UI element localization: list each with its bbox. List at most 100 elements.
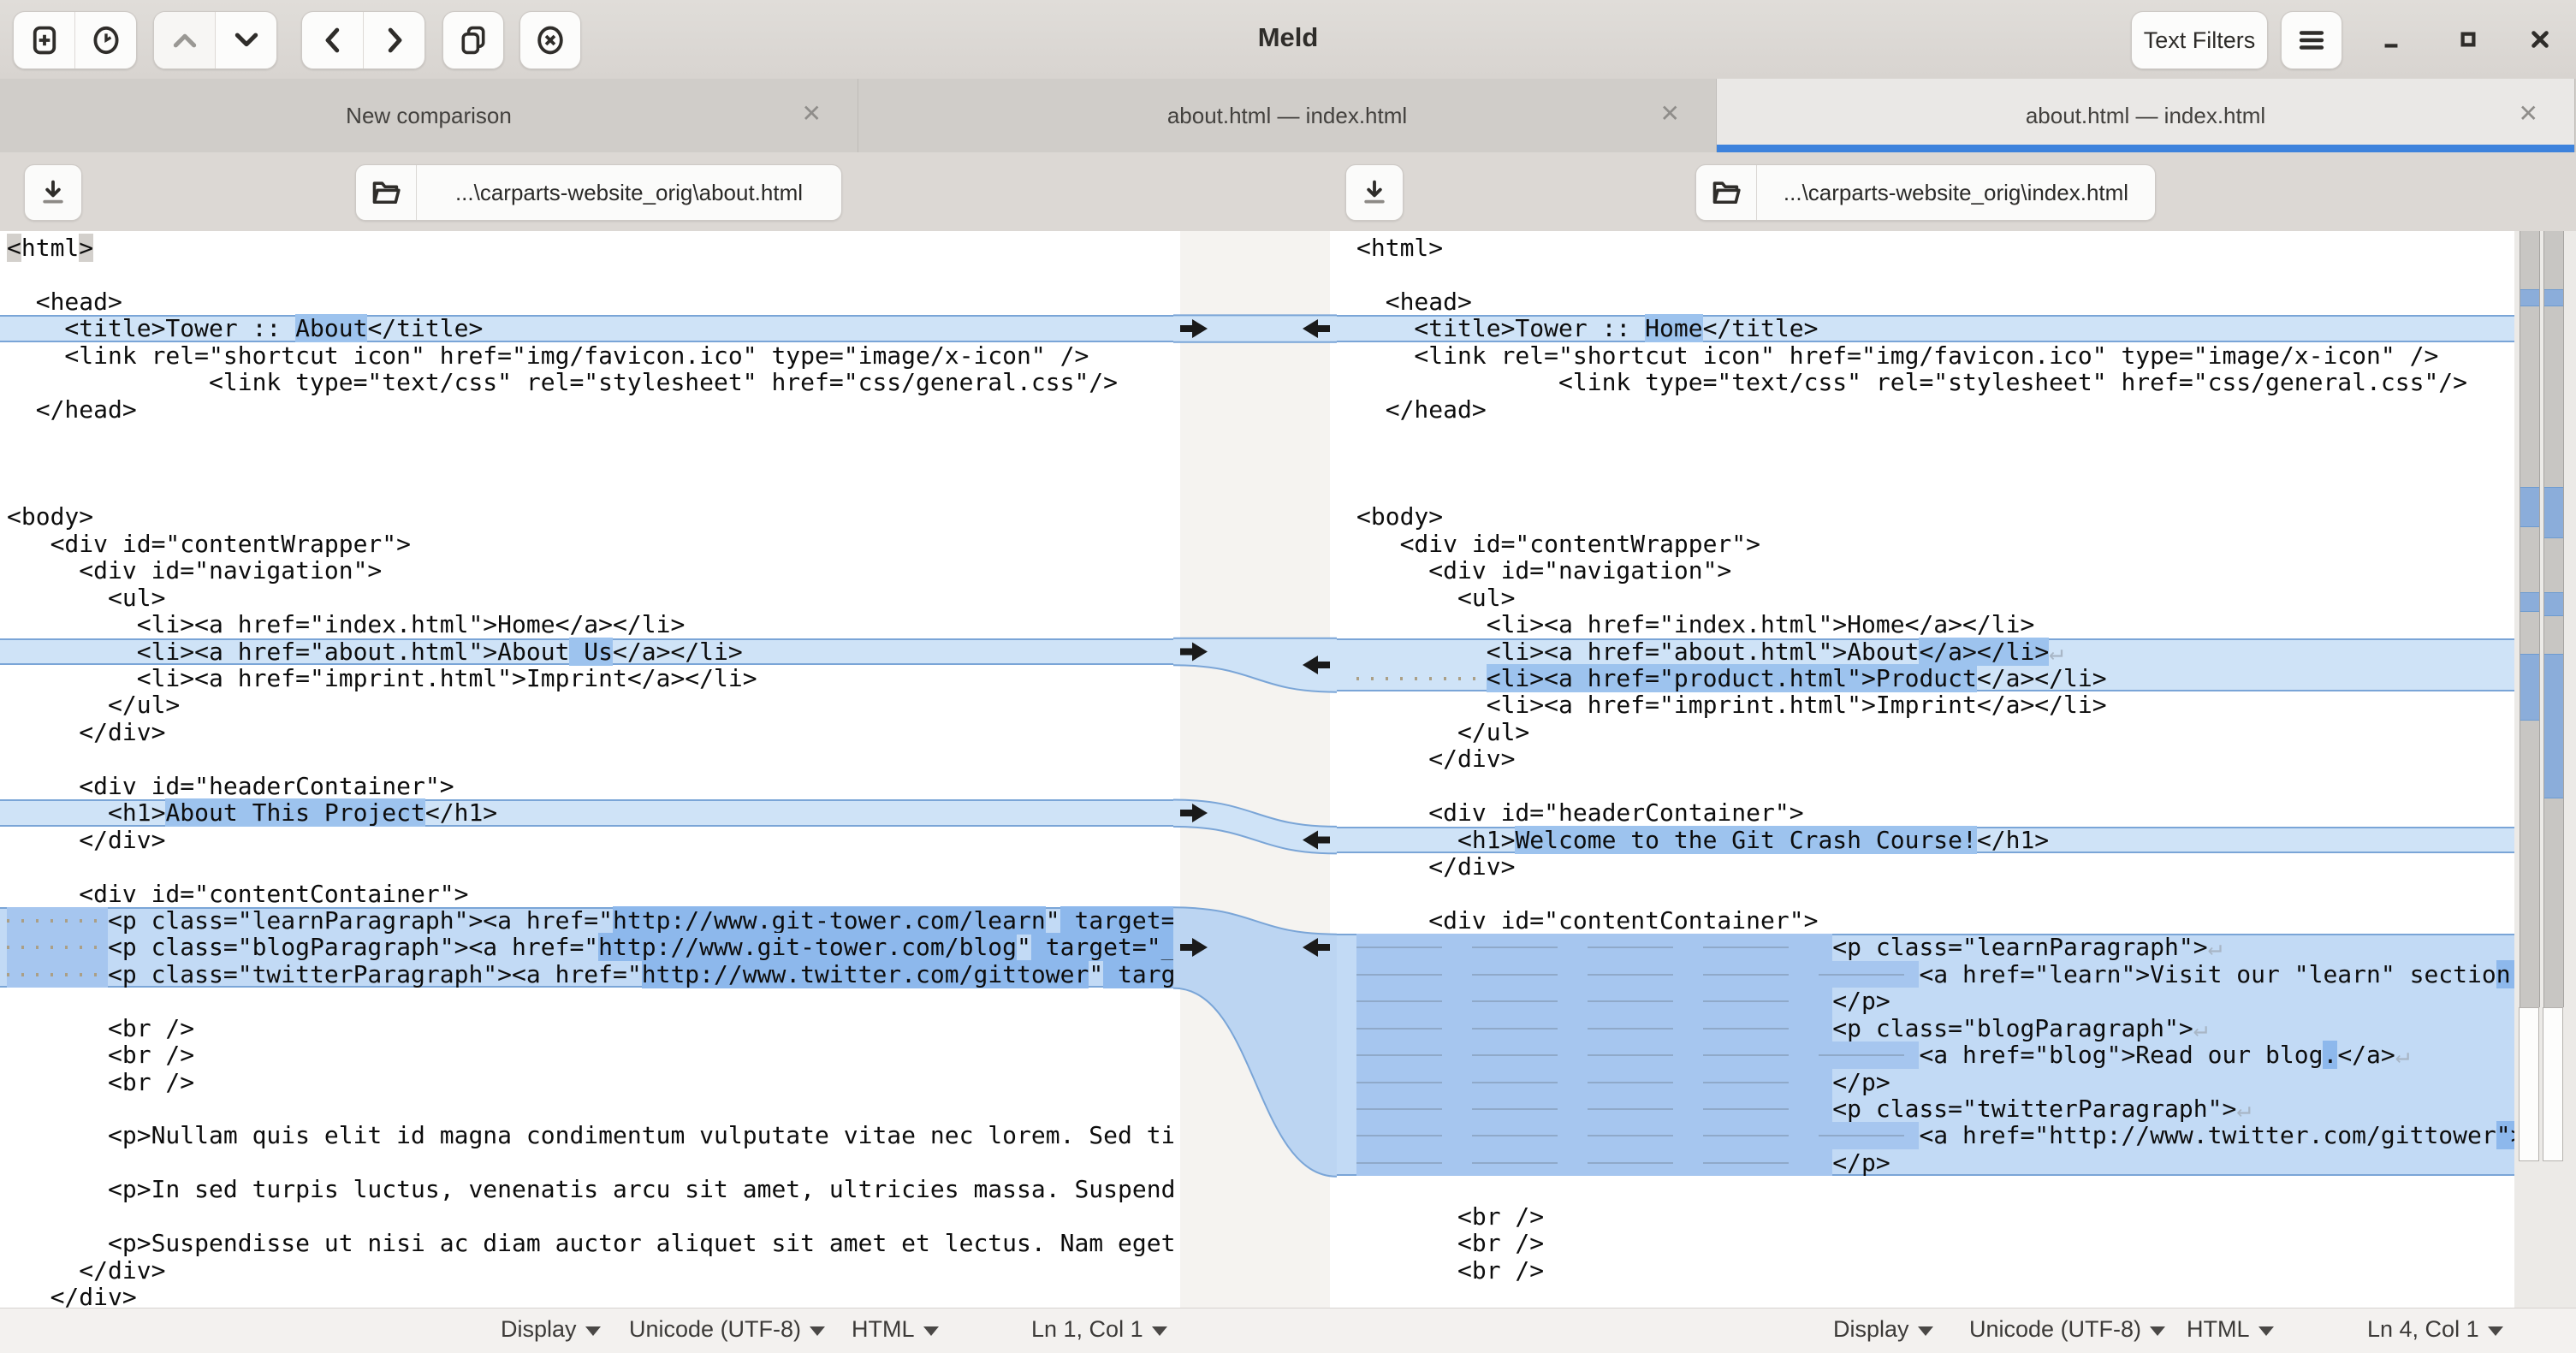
code-line: <br />	[1337, 1230, 2514, 1256]
cursor-position-right[interactable]: Ln 4, Col 1	[2367, 1316, 2503, 1343]
save-icon	[1360, 178, 1389, 207]
chevron-down-icon	[2488, 1326, 2503, 1336]
text-filters-button[interactable]: Text Filters	[2131, 11, 2268, 69]
code-line	[1337, 450, 2514, 477]
code-line: <div id="headerContainer">	[0, 773, 1173, 799]
minimize-button[interactable]	[2372, 21, 2410, 58]
tab-comparison-2-active[interactable]: about.html — index.html ✕	[1717, 79, 2575, 152]
code-line: </head>	[0, 396, 1173, 423]
right-file-chooser[interactable]: ...\carparts-website_orig\index.html	[1695, 164, 2156, 221]
menu-button[interactable]	[2281, 11, 2342, 69]
code-line: <div id="contentContainer">	[1337, 907, 2514, 934]
code-line: </div>	[0, 1257, 1173, 1284]
chevron-down-icon	[1152, 1326, 1167, 1336]
left-scrollbar-thumb[interactable]	[2519, 1007, 2539, 1161]
code-line	[0, 745, 1173, 772]
code-line: <ul>	[1337, 585, 2514, 611]
save-right-file-button[interactable]	[1345, 164, 1404, 221]
code-line: <p class="blogParagraph">↵	[1337, 1015, 2514, 1041]
code-line: </div>	[0, 1284, 1173, 1308]
left-file-path: ...\carparts-website_orig\about.html	[417, 165, 841, 220]
tab-marker-arrows	[1356, 1108, 1818, 1110]
chevron-down-icon	[923, 1326, 939, 1336]
code-line	[0, 261, 1173, 288]
tab-marker-arrows	[1356, 1000, 1818, 1002]
chevron-down-icon	[2258, 1326, 2274, 1336]
status-bar: Display Unicode (UTF-8) HTML Ln 1, Col 1…	[0, 1308, 2576, 1353]
chevron-down-icon	[585, 1326, 601, 1336]
encoding-dropdown-right[interactable]: Unicode (UTF-8)	[1969, 1316, 2165, 1343]
chevron-down-icon	[2150, 1326, 2165, 1336]
code-line	[0, 1095, 1173, 1122]
syntax-dropdown-left[interactable]: HTML	[852, 1316, 939, 1343]
code-line: </div>	[0, 827, 1173, 853]
close-window-button[interactable]	[2521, 21, 2559, 58]
left-file-overview-map[interactable]	[2520, 231, 2540, 1007]
right-scrollbar-thumb[interactable]	[2543, 1007, 2563, 1161]
syntax-dropdown-right[interactable]: HTML	[2187, 1316, 2274, 1343]
right-code-pane[interactable]: <html> <head> <title>Tower :: Home</titl…	[1337, 231, 2514, 1308]
code-line: <a href="learn">Visit our "learn" sectio…	[1337, 961, 2514, 988]
code-line	[1337, 261, 2514, 288]
tab-marker-arrows	[1356, 1162, 1818, 1164]
code-line	[0, 423, 1173, 449]
code-line: </ul>	[0, 691, 1173, 718]
tab-comparison-1[interactable]: about.html — index.html ✕	[858, 79, 1717, 152]
code-line: </p>	[1337, 988, 2514, 1014]
left-code-pane[interactable]: <html> <head> <title>Tower :: About</tit…	[0, 231, 1173, 1308]
code-line: <li><a href="index.html">Home</a></li>	[1337, 611, 2514, 638]
code-line: <div id="headerContainer">	[1337, 799, 2514, 826]
code-line: <br />	[0, 1069, 1173, 1095]
right-file-overview-map[interactable]	[2543, 231, 2564, 1007]
code-line: <li><a href="about.html">About</a></li>↵	[1337, 638, 2514, 665]
tab-marker-arrows	[1356, 947, 1818, 948]
open-folder-icon	[1696, 165, 1757, 220]
code-line: <ul>	[0, 585, 1173, 611]
code-line: </div>	[1337, 853, 2514, 880]
code-line: <div id="contentContainer">	[0, 881, 1173, 907]
tab-new-comparison[interactable]: New comparison ✕	[0, 79, 858, 152]
code-line: <p class="learnParagraph">↵	[1337, 934, 2514, 960]
display-dropdown-right[interactable]: Display	[1833, 1316, 1933, 1343]
space-marker-dots	[7, 946, 108, 949]
space-marker-dots	[1356, 677, 1487, 680]
tab-label: New comparison	[346, 103, 512, 129]
code-line: <head>	[1337, 288, 2514, 315]
code-line: <title>Tower :: About</title>	[0, 315, 1173, 341]
code-line: <div id="contentWrapper">	[1337, 531, 2514, 557]
code-line: </head>	[1337, 396, 2514, 423]
newline-marker: ↵	[2193, 1014, 2208, 1042]
code-line: <li><a href="product.html">Product</a></…	[1337, 665, 2514, 691]
code-line: <body>	[1337, 503, 2514, 530]
right-file-path: ...\carparts-website_orig\index.html	[1757, 165, 2155, 220]
save-left-file-button[interactable]	[24, 164, 82, 221]
code-line: <h1>Welcome to the Git Crash Course!</h1…	[1337, 827, 2514, 853]
encoding-dropdown-left[interactable]: Unicode (UTF-8)	[629, 1316, 825, 1343]
code-line: <h1>About This Project</h1>	[0, 799, 1173, 826]
tab-close-icon[interactable]: ✕	[1660, 99, 1680, 128]
code-line: <html>	[1337, 234, 2514, 261]
code-line	[1337, 881, 2514, 907]
tab-close-icon[interactable]: ✕	[2519, 99, 2538, 128]
tab-close-icon[interactable]: ✕	[802, 99, 822, 128]
display-dropdown-left[interactable]: Display	[501, 1316, 601, 1343]
code-line: <body>	[0, 503, 1173, 530]
code-line	[1337, 773, 2514, 799]
code-line: <a href="http://www.twitter.com/gittower…	[1337, 1122, 2514, 1148]
code-line: <p class="blogParagraph"><a href="http:/…	[0, 934, 1173, 960]
code-line: <p class="twitterParagraph">↵	[1337, 1095, 2514, 1122]
code-line: <a href="blog">Read our blog.</a>↵	[1337, 1041, 2514, 1068]
code-line	[1337, 477, 2514, 503]
left-file-chooser[interactable]: ...\carparts-website_orig\about.html	[355, 164, 842, 221]
cursor-position-left[interactable]: Ln 1, Col 1	[1031, 1316, 1167, 1343]
minimize-icon	[2377, 25, 2406, 54]
code-line: <p class="learnParagraph"><a href="http:…	[0, 907, 1173, 934]
code-line: </p>	[1337, 1149, 2514, 1176]
code-line: </p>	[1337, 1069, 2514, 1095]
code-line: <link rel="shortcut icon" href="img/favi…	[0, 342, 1173, 369]
code-line	[1337, 1176, 2514, 1202]
maximize-button[interactable]	[2449, 21, 2487, 58]
tab-marker-arrows	[1356, 1082, 1818, 1083]
code-line: <br />	[0, 1041, 1173, 1068]
code-line: <p>In sed turpis luctus, venenatis arcu …	[0, 1176, 1173, 1202]
